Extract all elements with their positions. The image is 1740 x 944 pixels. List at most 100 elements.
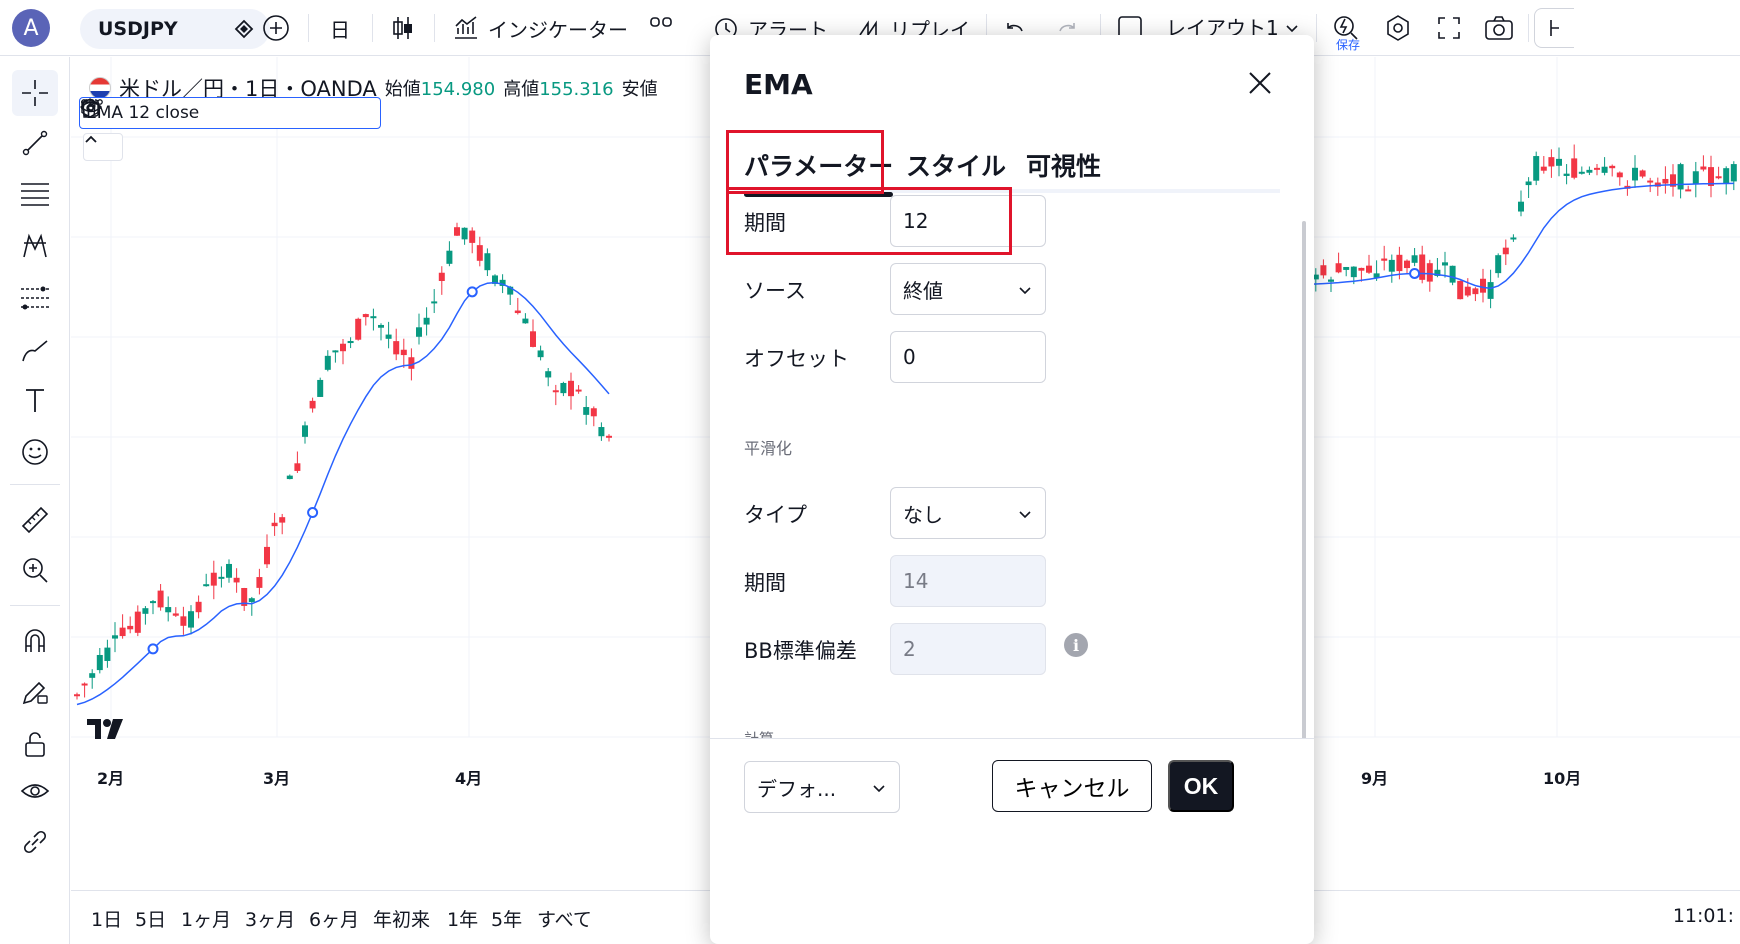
pattern-tool[interactable] — [12, 223, 58, 269]
candle-body — [150, 601, 156, 604]
symbol-search-button[interactable]: USDJPY — [80, 9, 270, 49]
source-label: ソース — [744, 279, 806, 303]
lock-tool[interactable] — [12, 721, 58, 767]
candle-body — [1502, 247, 1509, 255]
candle-body — [89, 673, 96, 678]
candle-body — [317, 379, 324, 397]
highlight-tab-box — [726, 130, 884, 194]
candle-body — [309, 400, 316, 409]
tab-visibility[interactable]: 可視性 — [1026, 147, 1101, 183]
text-tool[interactable] — [12, 377, 58, 423]
candle-body — [476, 245, 483, 261]
interval-button[interactable]: 日 — [330, 10, 350, 46]
indicators-button[interactable]: インジケーター — [452, 10, 628, 46]
link-tool[interactable] — [12, 819, 58, 865]
candle-body — [134, 611, 141, 633]
publish-button[interactable] — [1534, 8, 1574, 48]
candle-body — [119, 627, 126, 637]
cancel-button[interactable]: キャンセル — [992, 760, 1152, 812]
horizontal-lines-icon — [21, 183, 49, 206]
fib-tool[interactable] — [12, 171, 58, 217]
candle-body — [1685, 189, 1692, 192]
range-6m[interactable]: 6ヶ月 — [309, 905, 359, 932]
candle-body — [340, 343, 346, 352]
smoothing-type-select[interactable]: なし — [890, 487, 1046, 539]
snapshot-button[interactable] — [1484, 10, 1514, 46]
candle-body — [423, 317, 430, 325]
range-all[interactable]: すべて — [537, 905, 592, 932]
chart-type-button[interactable] — [390, 10, 416, 46]
user-avatar[interactable]: A — [12, 9, 50, 47]
source-select[interactable]: 終値 — [890, 263, 1046, 315]
brush-tool[interactable] — [12, 327, 58, 373]
magnet-tool[interactable] — [12, 617, 58, 663]
forecast-tool[interactable] — [12, 275, 58, 321]
settings-button[interactable] — [1384, 10, 1412, 46]
quick-search-button[interactable] — [1332, 10, 1360, 46]
ema-selection-handle[interactable] — [1409, 267, 1421, 279]
chevron-up-icon — [85, 135, 97, 143]
x-axis-label: 9月 — [1361, 769, 1389, 788]
candle-body — [1518, 201, 1524, 212]
link-icon — [23, 830, 47, 854]
x-axis-label: 2月 — [97, 769, 125, 788]
emoji-tool[interactable] — [12, 429, 58, 475]
offset-input[interactable]: 0 — [890, 331, 1046, 383]
candle-body — [393, 341, 400, 355]
fullscreen-button[interactable] — [1436, 10, 1462, 46]
ema-selection-handle[interactable] — [307, 507, 319, 519]
collapse-legend-button[interactable] — [83, 133, 123, 161]
templates-button[interactable] — [648, 10, 674, 46]
ema-legend-item[interactable]: EMA 12 close — [79, 97, 381, 129]
offset-label: オフセット — [744, 347, 849, 371]
range-1m[interactable]: 1ヶ月 — [181, 905, 231, 932]
candle-body — [514, 310, 521, 314]
crosshair-icon — [22, 80, 48, 106]
candle-body — [1388, 259, 1395, 272]
candle-body — [1328, 279, 1334, 282]
candle-body — [590, 408, 597, 417]
diamond-icon — [234, 19, 254, 39]
range-3m[interactable]: 3ヶ月 — [245, 905, 295, 932]
more-icon[interactable] — [80, 98, 104, 106]
candle-body — [1404, 260, 1410, 269]
bb-stddev-label: BB標準偏差 — [744, 639, 857, 663]
candle-body — [606, 435, 612, 438]
candles-icon — [393, 17, 412, 39]
crosshair-tool[interactable] — [12, 70, 58, 116]
range-1d[interactable]: 1日 — [91, 905, 122, 932]
candle-body — [195, 601, 202, 613]
dialog-scrollbar[interactable] — [1302, 221, 1306, 741]
candle-body — [461, 227, 468, 240]
candle-body — [1723, 168, 1730, 184]
candle-body — [127, 625, 134, 630]
candle-body — [248, 598, 255, 602]
candle-body — [560, 382, 567, 394]
info-icon[interactable]: i — [1064, 633, 1088, 657]
range-5y[interactable]: 5年 — [491, 905, 522, 932]
tab-style[interactable]: スタイル — [906, 147, 1006, 183]
defaults-dropdown[interactable]: デフォ... — [744, 761, 900, 813]
ema-selection-handle[interactable] — [147, 643, 159, 655]
draw-mode-tool[interactable] — [12, 669, 58, 715]
measure-tool[interactable] — [12, 497, 58, 543]
trend-line-tool[interactable] — [12, 120, 58, 166]
compare-symbol-button[interactable] — [262, 10, 290, 46]
zoom-tool[interactable] — [12, 547, 58, 593]
range-ytd[interactable]: 年初来 — [373, 905, 430, 932]
chevron-down-icon — [1286, 25, 1298, 33]
candle-body — [1396, 254, 1403, 272]
eye-icon — [20, 784, 50, 798]
hide-tool[interactable] — [12, 769, 58, 815]
ok-button[interactable]: OK — [1168, 760, 1234, 812]
candle-body — [1449, 265, 1456, 283]
x-axis-label: 3月 — [263, 769, 291, 788]
ema-selection-handle[interactable] — [466, 286, 478, 298]
indicators-icon — [455, 16, 477, 39]
candle-body — [545, 371, 552, 378]
range-1y[interactable]: 1年 — [447, 905, 478, 932]
clock[interactable]: 11:01: — [1673, 905, 1734, 927]
close-icon[interactable] — [1246, 69, 1274, 97]
ruler-icon — [21, 506, 49, 534]
range-5d[interactable]: 5日 — [135, 905, 166, 932]
